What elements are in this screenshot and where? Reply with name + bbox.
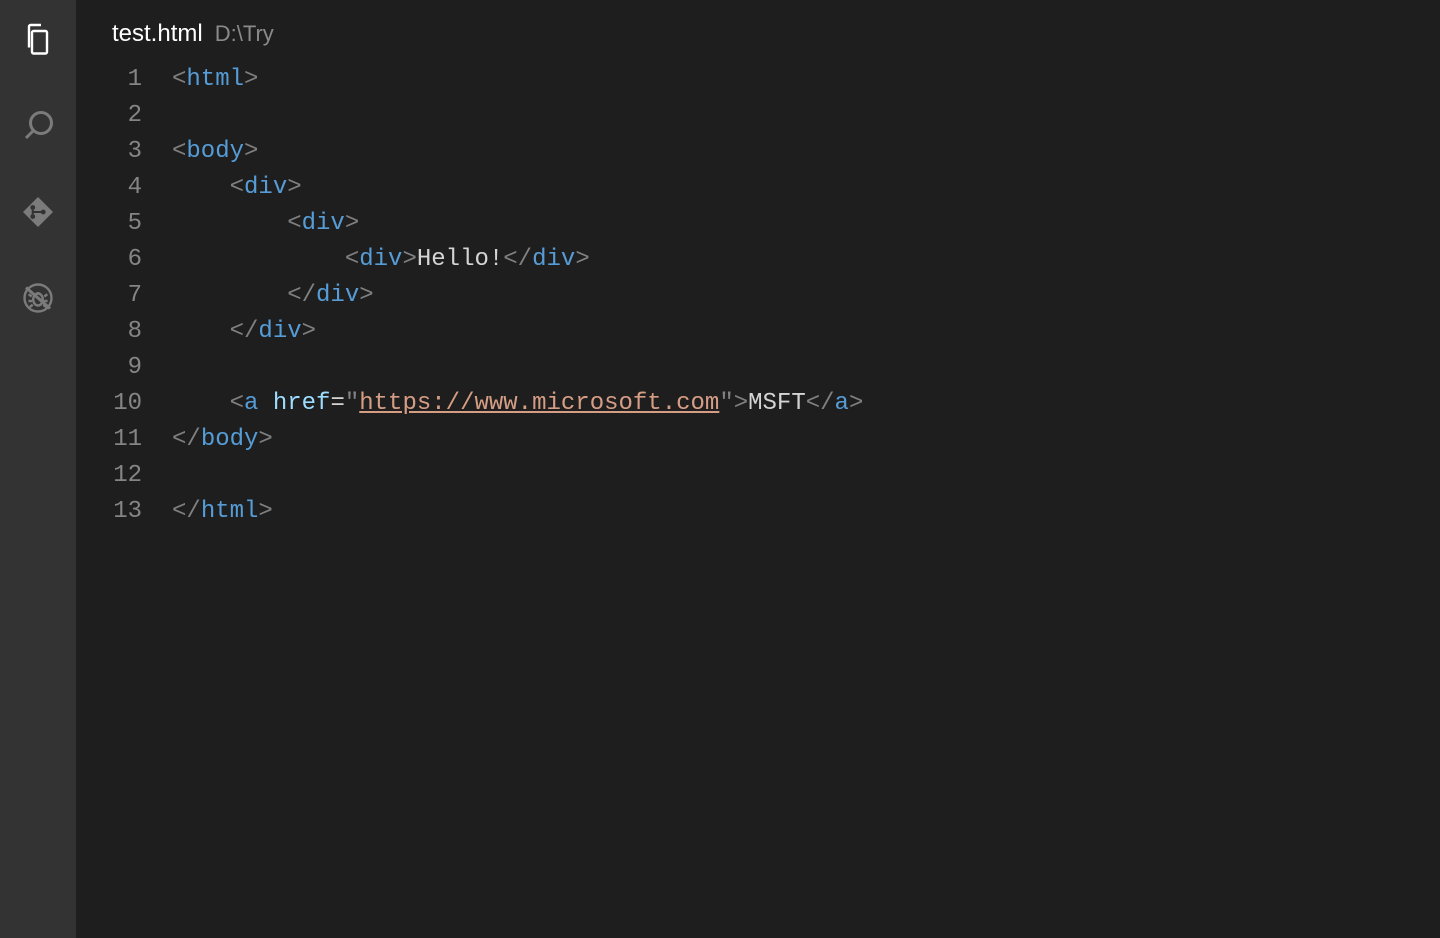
explorer-icon[interactable] <box>16 18 60 62</box>
line-number: 4 <box>76 170 142 206</box>
line-number: 7 <box>76 278 142 314</box>
debug-icon[interactable] <box>16 276 60 320</box>
line-number: 2 <box>76 98 142 134</box>
editor-group: test.html D:\Try 12345678910111213 <html… <box>76 0 1440 938</box>
sourcecontrol-icon[interactable] <box>16 190 60 234</box>
line-number: 12 <box>76 458 142 494</box>
code-line[interactable] <box>172 350 1310 386</box>
code-line[interactable] <box>172 458 1310 494</box>
code-line[interactable]: <div>Hello!</div> <box>172 242 1310 278</box>
line-number-gutter: 12345678910111213 <box>76 62 172 530</box>
code-line[interactable]: </div> <box>172 314 1310 350</box>
line-number: 1 <box>76 62 142 98</box>
line-number: 13 <box>76 494 142 530</box>
code-line[interactable]: <a href="https://www.microsoft.com">MSFT… <box>172 386 1310 422</box>
tab-filename: test.html <box>112 20 203 48</box>
line-number: 11 <box>76 422 142 458</box>
line-number: 6 <box>76 242 142 278</box>
line-number: 10 <box>76 386 142 422</box>
code-line[interactable]: <div> <box>172 206 1310 242</box>
code-line[interactable]: </body> <box>172 422 1310 458</box>
code-line[interactable]: </div> <box>172 278 1310 314</box>
activity-bar <box>0 0 76 938</box>
code-line[interactable] <box>172 98 1310 134</box>
code-line[interactable]: </html> <box>172 494 1310 530</box>
editor-tab[interactable]: test.html D:\Try <box>76 0 1440 62</box>
line-number: 3 <box>76 134 142 170</box>
line-number: 8 <box>76 314 142 350</box>
line-number: 5 <box>76 206 142 242</box>
code-content[interactable]: <html> <body> <div> <div> <div>Hello!</d… <box>172 62 1310 530</box>
code-line[interactable]: <html> <box>172 62 1310 98</box>
tab-path: D:\Try <box>215 21 274 47</box>
code-editor[interactable]: 12345678910111213 <html> <body> <div> <d… <box>76 62 1440 530</box>
search-icon[interactable] <box>16 104 60 148</box>
code-line[interactable]: <div> <box>172 170 1310 206</box>
code-line[interactable]: <body> <box>172 134 1310 170</box>
minimap[interactable] <box>1310 62 1440 530</box>
line-number: 9 <box>76 350 142 386</box>
